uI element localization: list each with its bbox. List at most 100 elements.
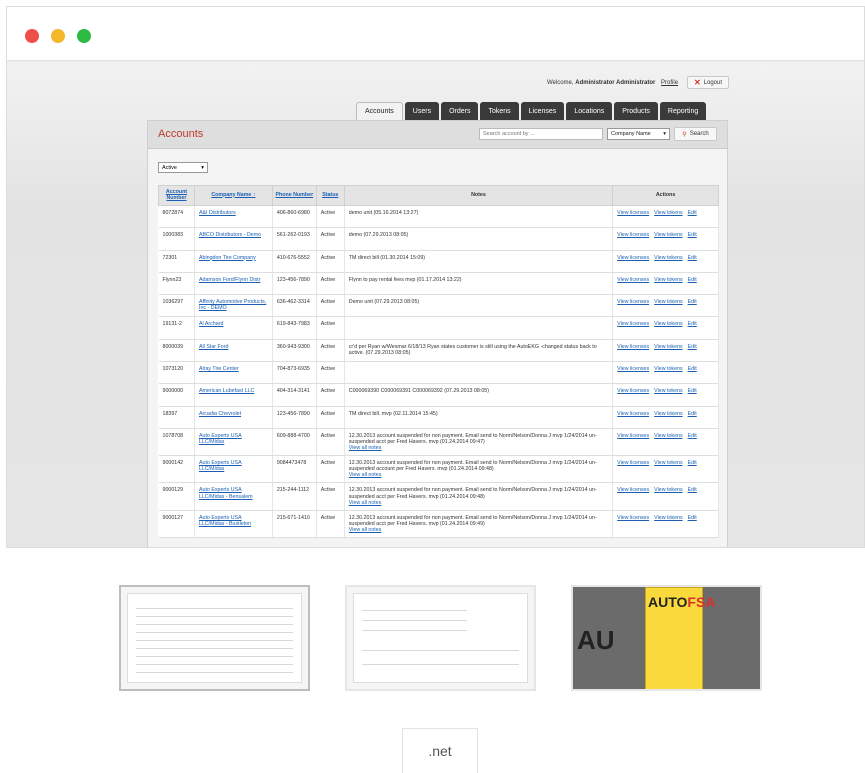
search-field-select[interactable]: Company Name ▾ [607,128,670,140]
edit-link[interactable]: Edit [688,299,697,305]
view-tokens-link[interactable]: View tokens [654,255,682,261]
company-name-link[interactable]: Alray Tire Center [199,366,239,372]
tab-reporting[interactable]: Reporting [659,102,707,120]
company-name-cell: Auto Experts USA LLC/Midas [194,428,273,457]
company-name-link[interactable]: Arcadia Chevrolet [199,411,241,417]
view-licenses-link[interactable]: View licenses [617,515,649,521]
status-cell: Active [316,510,345,538]
screenshot-thumbnail-autofsa[interactable]: AU AUTOFSA [571,585,762,691]
edit-link[interactable]: Edit [688,487,697,493]
edit-link[interactable]: Edit [688,433,697,439]
autofsa-panel: AUTOFSA [645,587,715,689]
notes-text: 12.30.2013 account suspended for non pay… [348,460,597,473]
view-tokens-link[interactable]: View tokens [654,388,682,394]
company-name-link[interactable]: Al Archard [199,321,223,327]
status-cell: Active [316,272,345,296]
view-tokens-link[interactable]: View tokens [654,232,682,238]
edit-link[interactable]: Edit [688,321,697,327]
edit-link[interactable]: Edit [688,411,697,417]
edit-link[interactable]: Edit [688,366,697,372]
view-tokens-link[interactable]: View tokens [654,277,682,283]
view-licenses-link[interactable]: View licenses [617,299,649,305]
tab-accounts[interactable]: Accounts [356,102,403,120]
account-number-cell: 1000383 [158,227,195,251]
view-all-notes-link[interactable]: View all notes [349,472,382,478]
profile-link[interactable]: Profile [661,80,678,86]
screenshot-thumbnail-form[interactable] [345,585,536,691]
minimize-window-dot[interactable] [51,29,65,43]
company-name-link[interactable]: Auto Experts USA LLC/Midas [199,460,242,472]
view-all-notes-link[interactable]: View all notes [349,500,382,506]
view-licenses-link[interactable]: View licenses [617,366,649,372]
view-licenses-link[interactable]: View licenses [617,388,649,394]
edit-link[interactable]: Edit [688,388,697,394]
view-tokens-link[interactable]: View tokens [654,366,682,372]
company-name-cell: Auto Experts USA LLC/Midas - Bensalem [194,482,273,511]
search-button[interactable]: ⚲ Search [674,127,717,141]
view-licenses-link[interactable]: View licenses [617,344,649,350]
company-name-link[interactable]: A&I Distributors [199,210,236,216]
view-licenses-link[interactable]: View licenses [617,460,649,466]
company-name-link[interactable]: ABCO Distributors - Demo [199,232,261,238]
view-tokens-link[interactable]: View tokens [654,344,682,350]
edit-link[interactable]: Edit [688,277,697,283]
view-tokens-link[interactable]: View tokens [654,210,682,216]
welcome-text: Welcome, Administrator Administrator Pro… [547,80,678,86]
tab-products[interactable]: Products [614,102,658,120]
edit-link[interactable]: Edit [688,210,697,216]
tab-orders[interactable]: Orders [441,102,479,120]
view-licenses-link[interactable]: View licenses [617,433,649,439]
edit-link[interactable]: Edit [688,460,697,466]
company-name-link[interactable]: Adamson Ford/Flynn Distr [199,277,261,283]
tab-licenses[interactable]: Licenses [520,102,565,120]
company-name-cell: Al Archard [194,316,273,340]
view-tokens-link[interactable]: View tokens [654,487,682,493]
tab-users[interactable]: Users [404,102,440,120]
logout-button[interactable]: ✕ Logout [687,76,729,89]
table-row: 9000142 Auto Experts USA LLC/Midas 9084473… [158,455,719,484]
view-tokens-link[interactable]: View tokens [654,460,682,466]
company-name-link[interactable]: Auto Experts USA LLC/Midas - Bensalem [199,487,253,499]
company-name-link[interactable]: Affinity Automotive Products, Inc - DEMO [199,299,266,311]
edit-link[interactable]: Edit [688,515,697,521]
view-licenses-link[interactable]: View licenses [617,411,649,417]
status-cell: Active [316,316,345,340]
close-window-dot[interactable] [25,29,39,43]
tab-tokens[interactable]: Tokens [480,102,519,120]
view-tokens-link[interactable]: View tokens [654,433,682,439]
column-header-status[interactable]: Status [315,185,345,206]
search-input[interactable] [479,128,603,140]
edit-link[interactable]: Edit [688,344,697,350]
status-filter-select[interactable]: Active ▾ [158,162,208,173]
view-licenses-link[interactable]: View licenses [617,321,649,327]
view-all-notes-link[interactable]: View all notes [349,445,382,451]
view-licenses-link[interactable]: View licenses [617,255,649,261]
edit-link[interactable]: Edit [688,232,697,238]
search-icon: ⚲ [682,131,687,138]
view-tokens-link[interactable]: View tokens [654,515,682,521]
accounts-table: Account Number Company Name ↑ Phone Numb… [158,185,719,538]
view-licenses-link[interactable]: View licenses [617,232,649,238]
column-header-phone-number[interactable]: Phone Number [271,185,317,206]
company-name-cell: Abingdon Tire Company [194,250,273,273]
view-licenses-link[interactable]: View licenses [617,277,649,283]
notes-text: 12.30.2013 account suspended for non pay… [348,432,597,446]
maximize-window-dot[interactable] [77,29,91,43]
company-name-link[interactable]: All Star Ford [199,344,228,350]
company-name-link[interactable]: Auto Experts USA LLC/Midas - Bustleton [199,515,251,527]
view-tokens-link[interactable]: View tokens [654,321,682,327]
company-name-link[interactable]: American Lubefast LLC [199,388,254,394]
actions-cell: View licenses View tokens Edit [612,406,719,429]
company-name-link[interactable]: Auto Experts USA LLC/Midas [199,433,242,445]
view-licenses-link[interactable]: View licenses [617,210,649,216]
column-header-account-number[interactable]: Account Number [158,185,195,206]
tab-locations[interactable]: Locations [566,102,613,120]
edit-link[interactable]: Edit [688,255,697,261]
company-name-link[interactable]: Abingdon Tire Company [199,255,256,261]
view-licenses-link[interactable]: View licenses [617,487,649,493]
column-header-company-name[interactable]: Company Name ↑ [193,185,273,206]
view-tokens-link[interactable]: View tokens [654,411,682,417]
view-all-notes-link[interactable]: View all notes [349,527,382,533]
view-tokens-link[interactable]: View tokens [654,299,682,305]
screenshot-thumbnail-accounts[interactable] [119,585,310,691]
